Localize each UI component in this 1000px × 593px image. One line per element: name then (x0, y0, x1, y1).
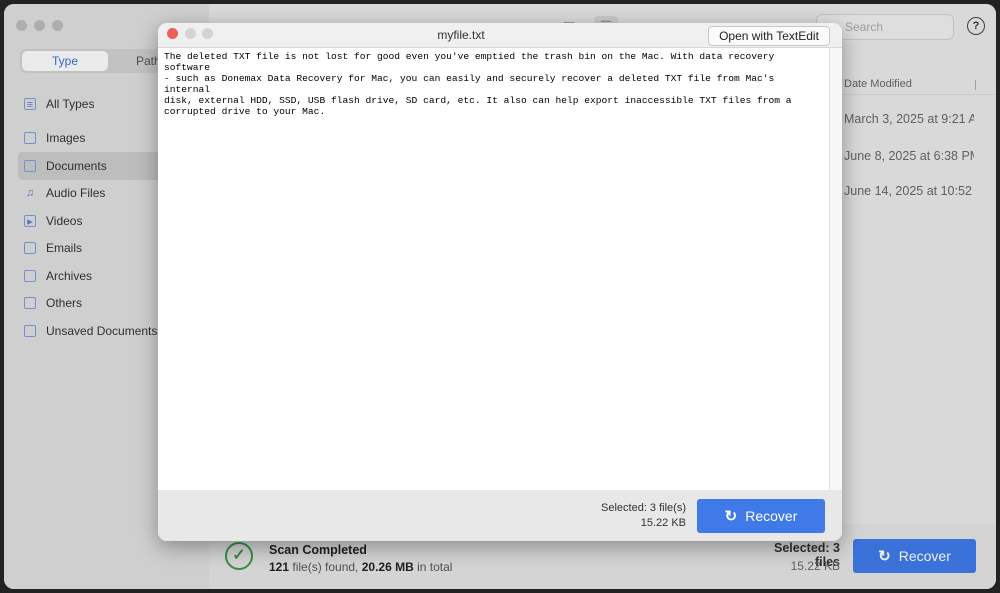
preview-recover-label: Recover (745, 508, 798, 524)
refresh-icon: ↻ (724, 508, 738, 525)
preview-selected-size: 15.22 KB (640, 517, 686, 529)
preview-text: The deleted TXT file is not lost for goo… (164, 51, 792, 117)
preview-footer: Selected: 3 file(s) 15.22 KB ↻ Recover (158, 490, 842, 541)
preview-text-area[interactable]: The deleted TXT file is not lost for goo… (158, 48, 829, 490)
preview-scrollbar[interactable] (829, 48, 842, 490)
open-with-textedit-button[interactable]: Open with TextEdit (708, 26, 830, 46)
preview-recover-button[interactable]: ↻ Recover (697, 499, 825, 533)
preview-titlebar: myfile.txt Open with TextEdit (158, 23, 842, 48)
preview-title: myfile.txt (437, 28, 485, 42)
preview-selected-count: Selected: 3 file(s) (601, 502, 686, 514)
preview-dialog: myfile.txt Open with TextEdit The delete… (158, 23, 842, 541)
